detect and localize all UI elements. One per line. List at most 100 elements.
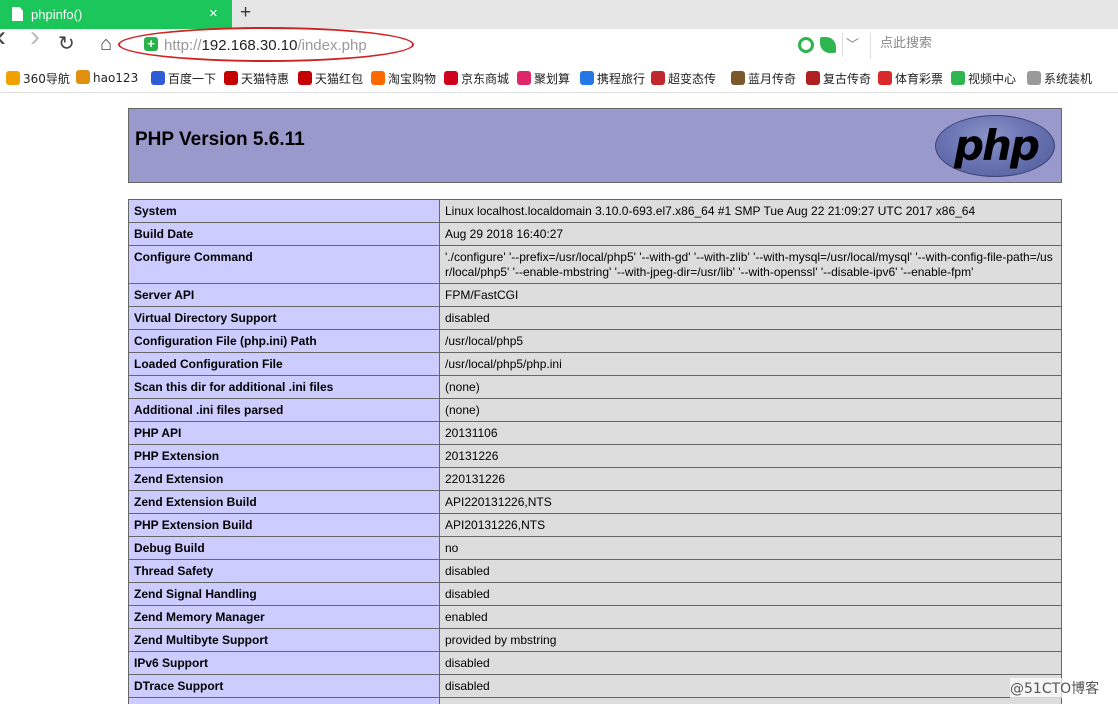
bookmark-item[interactable]: 视频中心 — [951, 70, 1016, 87]
row-value: './configure' '--prefix=/usr/local/php5'… — [439, 245, 1062, 284]
row-value: /usr/local/php5 — [439, 329, 1062, 353]
navigation-bar: ‹ › ↻ ⌂ + http://192.168.30.10/index.php… — [0, 22, 1118, 63]
document-icon — [12, 7, 23, 21]
360-icon — [6, 71, 20, 85]
table-row: Debug Build no — [128, 536, 1062, 560]
row-key: Zend Signal Handling — [128, 582, 440, 606]
row-key: Zend Extension Build — [128, 490, 440, 514]
table-row: Thread Safety disabled — [128, 559, 1062, 583]
table-row: PHP Extension Build API20131226,NTS — [128, 513, 1062, 537]
row-value: provided by mbstring — [439, 628, 1062, 652]
phpinfo-table: System Linux localhost.localdomain 3.10.0… — [128, 199, 1062, 704]
table-row: PHP API 20131106 — [128, 421, 1062, 445]
row-key: Configure Command — [128, 245, 440, 284]
chevron-down-icon[interactable]: ﹀ — [846, 34, 859, 53]
row-key: Registered PHP Streams — [128, 697, 440, 704]
row-key: Zend Multibyte Support — [128, 628, 440, 652]
bookmark-item[interactable]: 聚划算 — [517, 70, 570, 87]
security-guard-icon[interactable] — [798, 37, 814, 53]
row-key: PHP Extension — [128, 444, 440, 468]
bookmark-label: 360导航 — [23, 72, 70, 86]
row-value: disabled — [439, 559, 1062, 583]
bookmark-label: 携程旅行 — [597, 72, 646, 86]
bookmark-item[interactable]: 淘宝购物 — [371, 70, 436, 87]
table-row: System Linux localhost.localdomain 3.10.0… — [128, 199, 1062, 223]
search-input[interactable] — [880, 36, 1100, 51]
bookmark-item[interactable]: 360导航 — [6, 70, 70, 87]
bookmark-item[interactable]: 系统装机 — [1027, 70, 1092, 87]
bookmark-item[interactable]: 超变态传 — [651, 70, 716, 87]
row-value: https, ftps, compress.zlib, php, file, g… — [439, 697, 1062, 704]
row-value: disabled — [439, 651, 1062, 675]
row-key: Loaded Configuration File — [128, 352, 440, 376]
table-row: Zend Multibyte Support provided by mbstri… — [128, 628, 1062, 652]
baidu-icon — [151, 71, 165, 85]
row-value: 20131106 — [439, 421, 1062, 445]
bookmarks-bar: 360导航 hao123 百度一下 天猫特惠 天猫红包 淘宝购物 京东商城 聚划算 携程旅行 超变… — [0, 63, 1118, 93]
address-bar[interactable]: + http://192.168.30.10/index.php — [138, 33, 838, 59]
row-key: Zend Memory Manager — [128, 605, 440, 629]
back-button[interactable]: ‹ — [0, 22, 6, 52]
row-key: IPv6 Support — [128, 651, 440, 675]
url-text[interactable]: http://192.168.30.10/index.php — [164, 37, 367, 54]
table-row: Scan this dir for additional .ini files(… — [128, 375, 1062, 399]
php-logo-text: php — [953, 121, 1040, 170]
bookmark-label: 聚划算 — [534, 72, 571, 86]
table-row: Configure Command './configure' '--prefix… — [128, 245, 1062, 284]
table-row: DTrace Support disabled — [128, 674, 1062, 698]
page-title: PHP Version 5.6.11 — [135, 129, 305, 150]
close-tab-icon[interactable]: × — [209, 5, 218, 22]
row-key: Additional .ini files parsed — [128, 398, 440, 422]
url-host: 192.168.30.10 — [201, 37, 298, 54]
table-row: PHP Extension 20131226 — [128, 444, 1062, 468]
url-path: /index.php — [297, 37, 367, 54]
row-value: FPM/FastCGI — [439, 283, 1062, 307]
tab-strip: phpinfo() × + — [0, 0, 1118, 29]
row-key: Build Date — [128, 222, 440, 246]
reload-button[interactable]: ↻ — [58, 34, 75, 54]
bookmark-label: 天猫红包 — [315, 72, 364, 86]
bookmark-item[interactable]: 京东商城 — [444, 70, 509, 87]
bookmark-label: 淘宝购物 — [388, 72, 437, 86]
forward-button[interactable]: › — [30, 22, 40, 52]
row-value: enabled — [439, 605, 1062, 629]
new-tab-button[interactable]: + — [240, 2, 251, 24]
row-value: disabled — [439, 674, 1062, 698]
row-value: disabled — [439, 306, 1062, 330]
bookmark-label: 蓝月传奇 — [748, 72, 797, 86]
row-value: disabled — [439, 582, 1062, 606]
bookmark-item[interactable]: 携程旅行 — [580, 70, 645, 87]
row-key: System — [128, 199, 440, 223]
bookmark-item[interactable]: hao123 — [76, 70, 138, 85]
row-value: /usr/local/php5/php.ini — [439, 352, 1062, 376]
row-value: API220131226,NTS — [439, 490, 1062, 514]
bookmark-label: hao123 — [93, 71, 139, 85]
row-value: 220131226 — [439, 467, 1062, 491]
video-icon — [951, 71, 965, 85]
page-icon — [1027, 71, 1041, 85]
game-icon — [731, 71, 745, 85]
bookmark-label: 百度一下 — [168, 72, 217, 86]
bookmark-item[interactable]: 天猫红包 — [298, 70, 363, 87]
site-safe-icon[interactable]: + — [144, 37, 158, 51]
bookmark-item[interactable]: 百度一下 — [151, 70, 216, 87]
url-scheme: http:// — [164, 37, 202, 54]
row-key: Scan this dir for additional .ini files — [128, 375, 440, 399]
bookmark-item[interactable]: 蓝月传奇 — [731, 70, 796, 87]
bookmark-item[interactable]: 天猫特惠 — [224, 70, 289, 87]
game-icon — [806, 71, 820, 85]
juhuasuan-icon — [517, 71, 531, 85]
row-key: Configuration File (php.ini) Path — [128, 329, 440, 353]
php-logo[interactable]: php — [935, 115, 1055, 177]
row-key: PHP API — [128, 421, 440, 445]
bookmark-item[interactable]: 复古传奇 — [806, 70, 871, 87]
row-key: Thread Safety — [128, 559, 440, 583]
bookmark-label: 视频中心 — [968, 72, 1017, 86]
table-row: IPv6 Support disabled — [128, 651, 1062, 675]
home-button[interactable]: ⌂ — [100, 34, 112, 54]
row-value: API20131226,NTS — [439, 513, 1062, 537]
taobao-icon — [371, 71, 385, 85]
row-value: 20131226 — [439, 444, 1062, 468]
search-box[interactable] — [870, 33, 1118, 59]
bookmark-item[interactable]: 体育彩票 — [878, 70, 943, 87]
